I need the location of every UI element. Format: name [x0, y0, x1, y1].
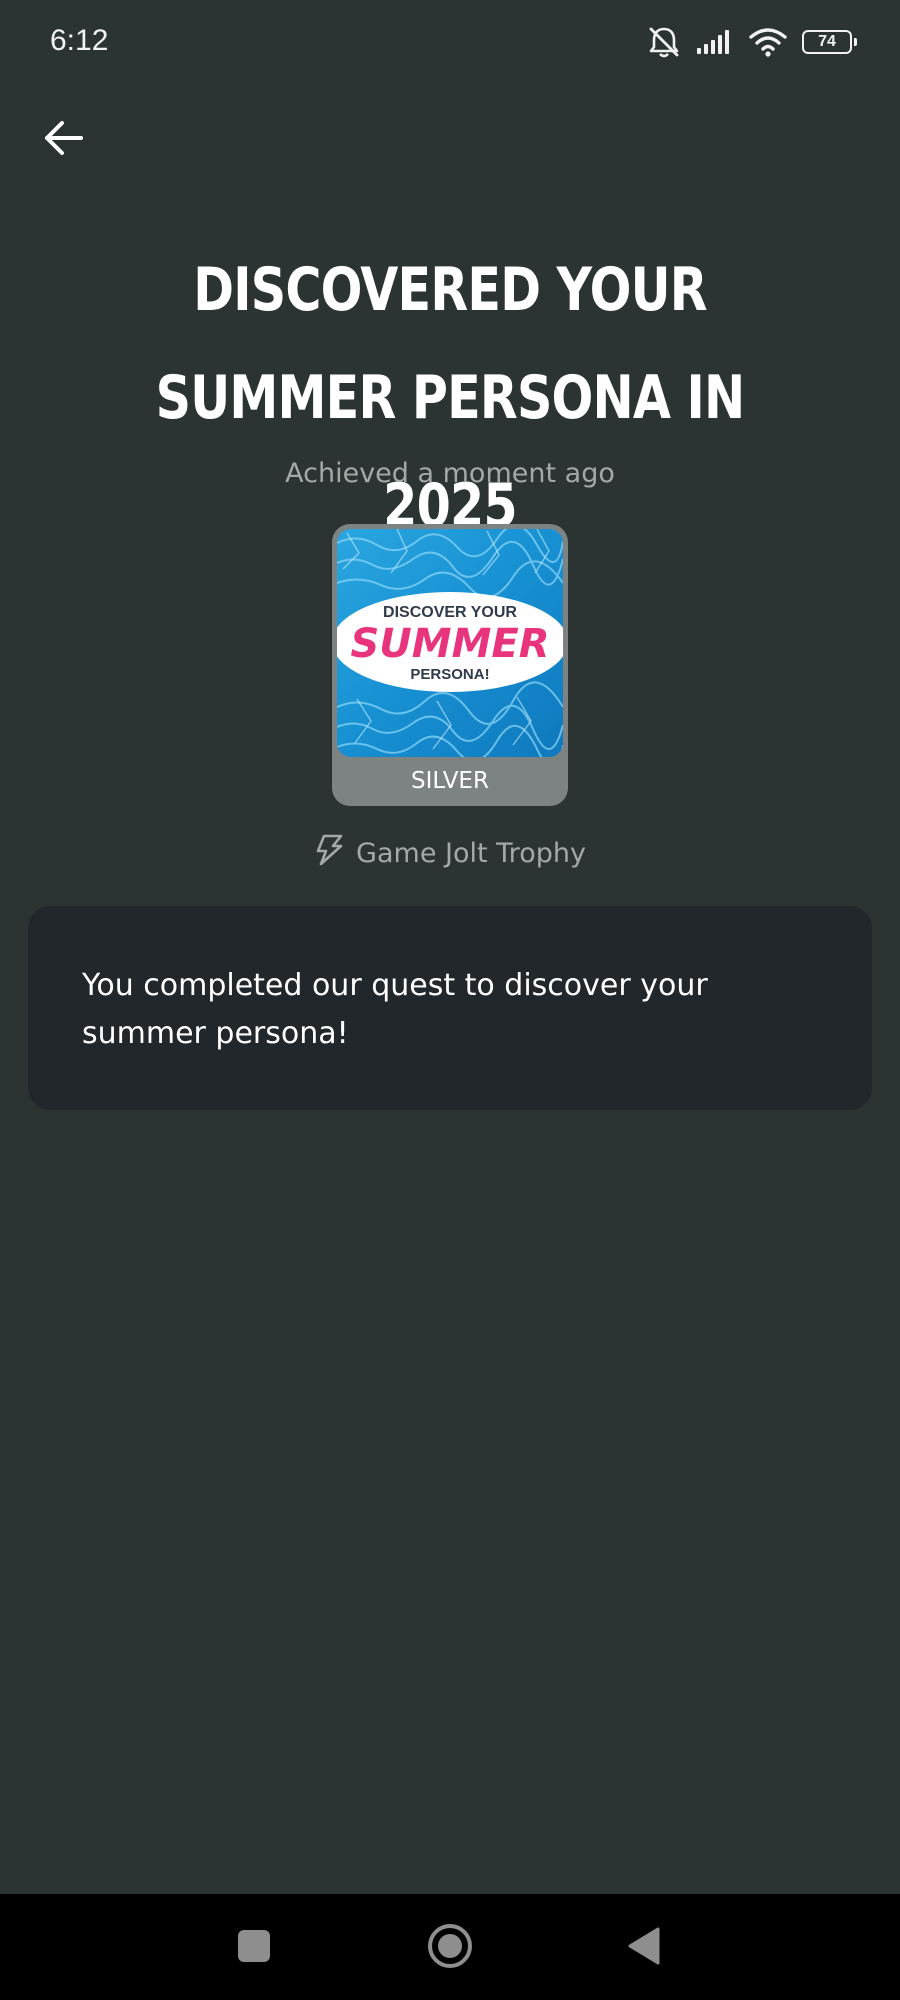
navigation-bar	[0, 1894, 900, 2000]
trophy-tier-label: SILVER	[411, 768, 489, 794]
status-icons: 74	[646, 24, 857, 60]
page-title: DISCOVERED YOUR SUMMER PERSONA IN 2025	[155, 255, 745, 541]
bell-muted-icon	[646, 25, 682, 59]
recents-square-icon	[237, 1929, 271, 1967]
description-card: You completed our quest to discover your…	[28, 906, 872, 1110]
back-button[interactable]	[36, 112, 92, 168]
battery-icon: 74	[802, 30, 857, 54]
trophy-image-text-top: DISCOVER YOUR	[383, 604, 517, 621]
status-time: 6:12	[50, 24, 109, 57]
trophy-type-label: Game Jolt Trophy	[356, 838, 586, 869]
trophy-image-text-bottom: PERSONA!	[410, 666, 489, 683]
back-triangle-icon	[626, 1926, 662, 1970]
signal-icon	[696, 29, 734, 55]
trophy-description: You completed our quest to discover your…	[82, 968, 708, 1051]
achieved-timestamp: Achieved a moment ago	[285, 458, 615, 489]
trophy-image-text-main: SUMMER	[350, 621, 549, 667]
trophy-type: Game Jolt Trophy	[0, 834, 900, 873]
game-jolt-bolt-icon	[314, 834, 344, 873]
home-circle-icon	[426, 1922, 474, 1974]
wifi-icon	[748, 27, 788, 57]
trophy-card[interactable]: DISCOVER YOUR SUMMER PERSONA! SILVER	[332, 524, 568, 806]
recents-button[interactable]	[224, 1918, 284, 1978]
arrow-left-icon	[43, 120, 85, 160]
home-button[interactable]	[420, 1918, 480, 1978]
status-bar: 6:12 74	[0, 0, 900, 88]
nav-back-button[interactable]	[614, 1918, 674, 1978]
trophy-image: DISCOVER YOUR SUMMER PERSONA!	[337, 529, 563, 757]
